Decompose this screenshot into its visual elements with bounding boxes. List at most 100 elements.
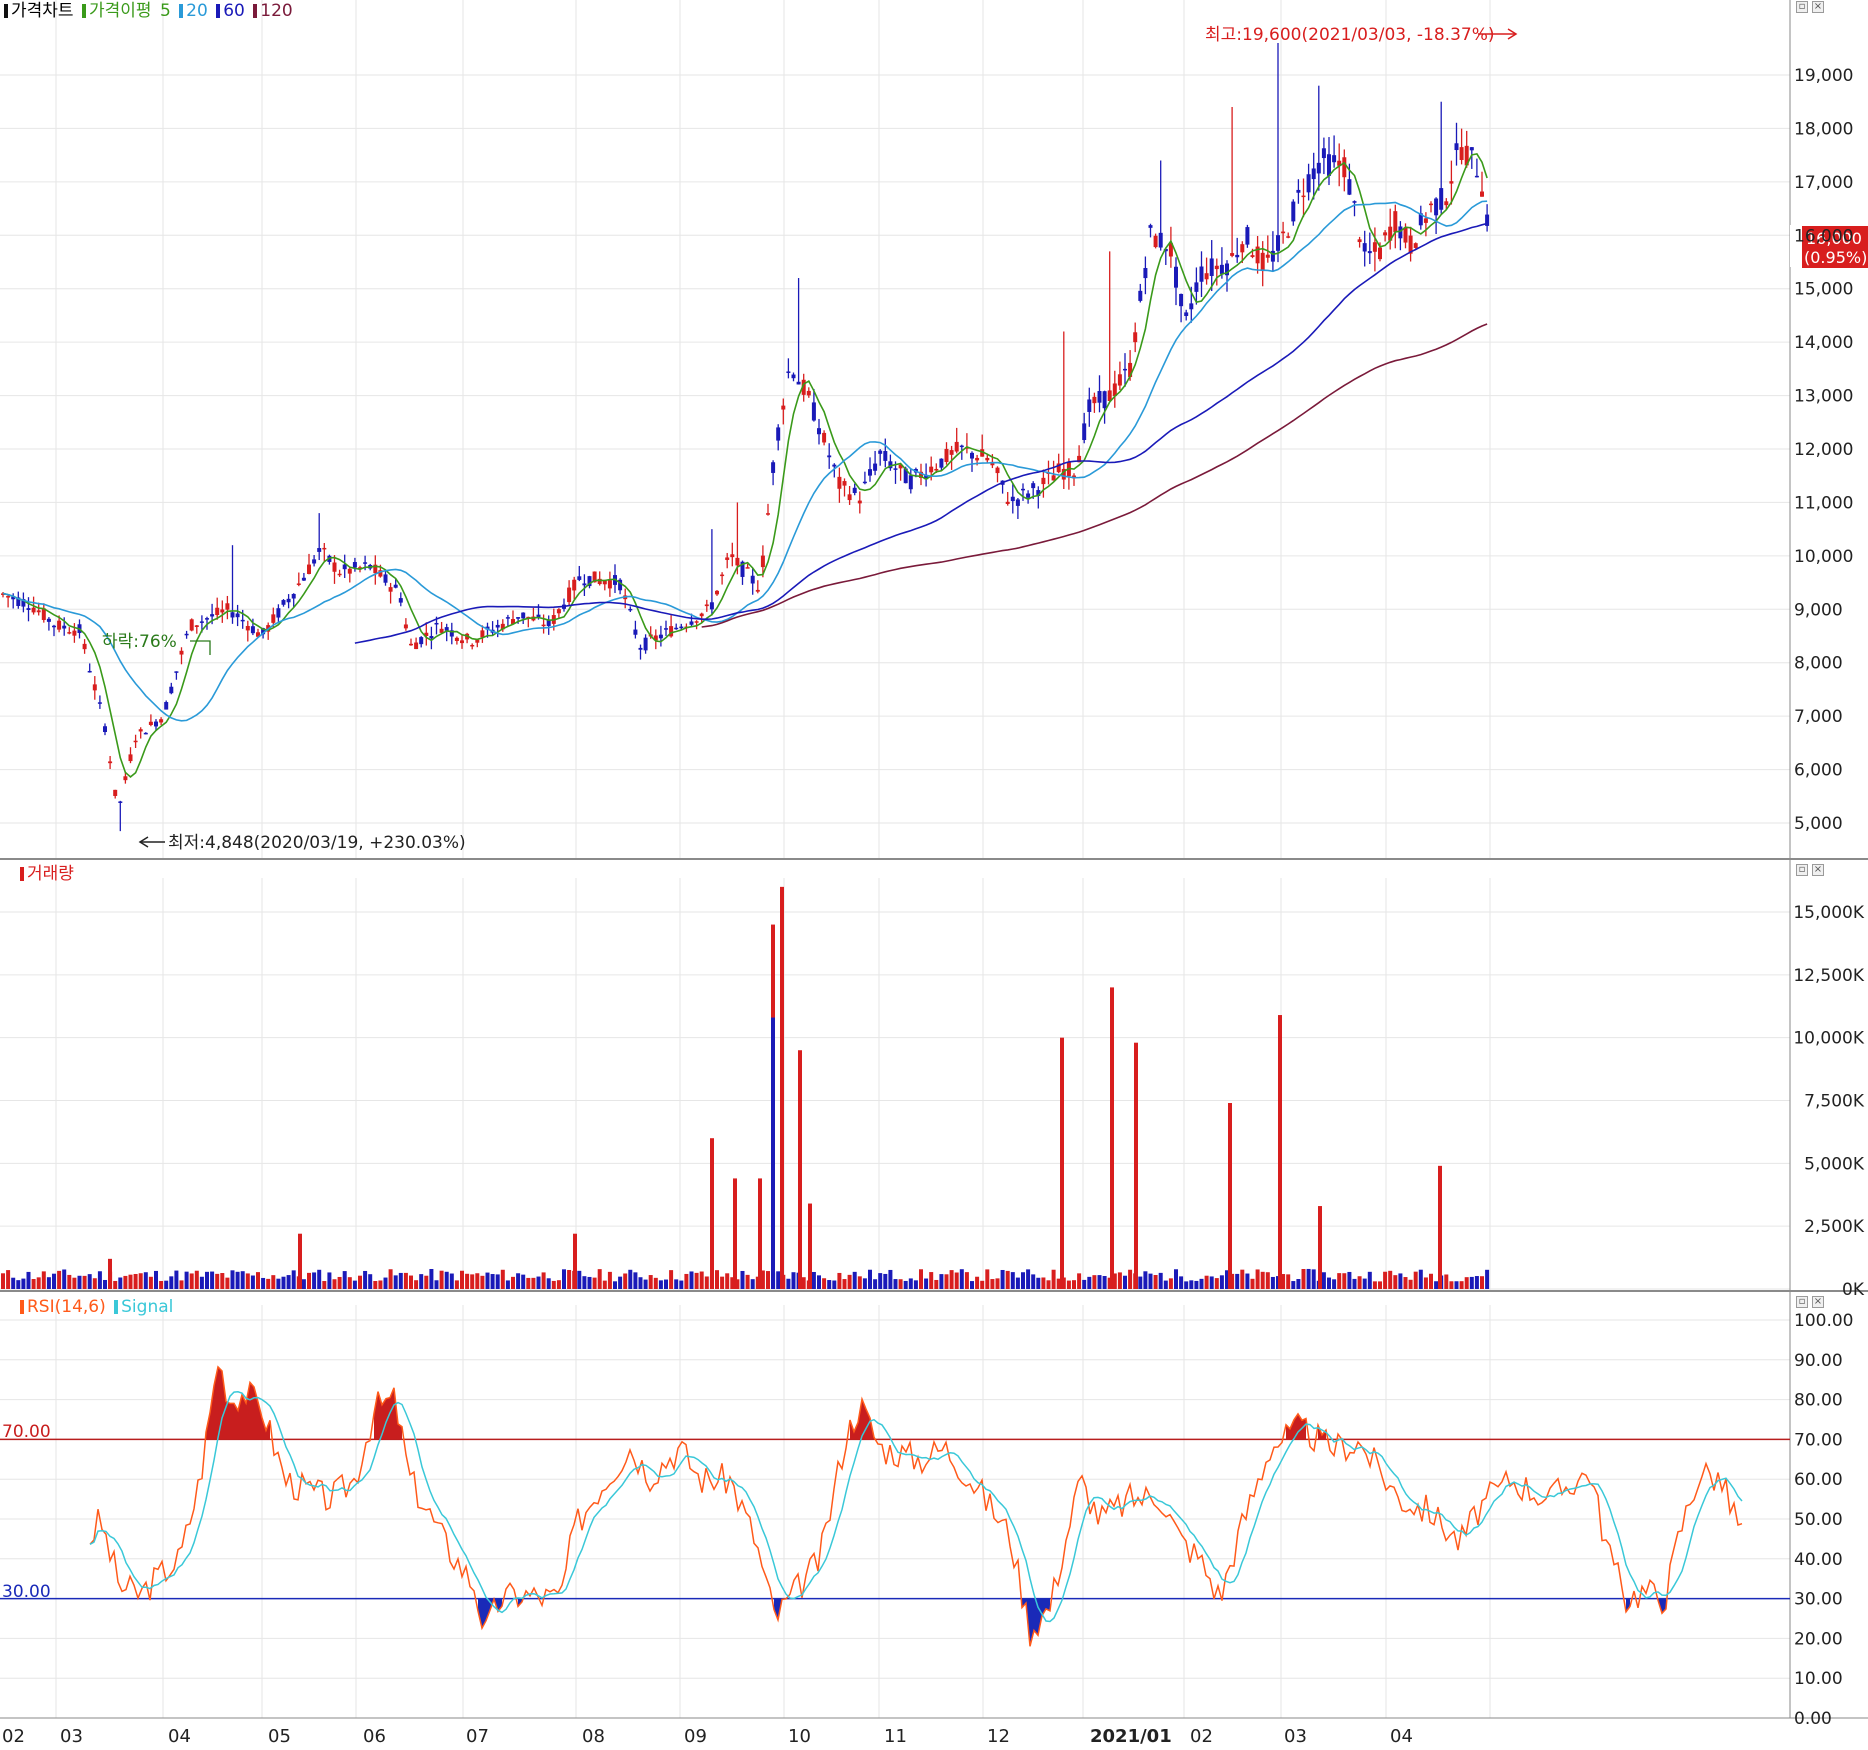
candle-body	[674, 627, 679, 630]
maximize-pane-button[interactable]: ▫	[1796, 1, 1808, 13]
volume-bar	[1174, 1269, 1178, 1289]
rsi-pane-buttons: ▫ ×	[1796, 1296, 1824, 1308]
volume-bar	[536, 1276, 541, 1289]
maximize-pane-button[interactable]: ▫	[1796, 1296, 1808, 1308]
x-tick-label: 12	[987, 1726, 1010, 1747]
volume-bar	[959, 1269, 964, 1289]
volume-bar	[358, 1275, 362, 1289]
volume-pane-title: 거래량	[20, 864, 77, 884]
candle-body	[1321, 148, 1326, 159]
candle-body	[1138, 290, 1143, 301]
volume-bar	[1021, 1272, 1025, 1289]
volume-bar	[1204, 1275, 1209, 1289]
volume-bar	[954, 1272, 959, 1289]
volume-bar	[26, 1271, 31, 1289]
volume-bar	[597, 1269, 602, 1289]
candle-body	[521, 612, 526, 619]
volume-bar	[148, 1276, 153, 1289]
candle-body	[174, 671, 179, 673]
volume-bar	[1179, 1276, 1184, 1289]
ma-120-marker	[253, 4, 258, 18]
volume-bar	[531, 1277, 536, 1289]
candle-body	[363, 562, 368, 564]
volume-bar	[199, 1276, 204, 1289]
candle-body	[398, 598, 403, 603]
candle-body	[1403, 227, 1408, 243]
signal-line	[89, 1391, 1743, 1623]
ma-60-line	[354, 222, 1488, 644]
volume-bar	[577, 1270, 582, 1289]
x-tick-label: 03	[60, 1726, 83, 1747]
volume-bar	[1148, 1273, 1153, 1289]
x-tick-label: 09	[684, 1726, 707, 1747]
volume-bar	[159, 1280, 164, 1289]
close-pane-button[interactable]: ×	[1812, 1296, 1824, 1308]
close-pane-button[interactable]: ×	[1812, 864, 1824, 876]
candle-body	[36, 610, 41, 613]
volume-bar	[1184, 1281, 1189, 1289]
volume-bar	[291, 1270, 296, 1289]
volume-bar	[1087, 1276, 1092, 1289]
ma-60-marker	[216, 4, 221, 18]
volume-bar	[1357, 1276, 1362, 1289]
candle-body	[31, 607, 36, 613]
candle-body	[679, 626, 684, 629]
volume-bar	[658, 1280, 663, 1289]
volume-bar	[1189, 1280, 1194, 1289]
volume-bar	[638, 1277, 643, 1289]
volume-bar	[363, 1270, 368, 1289]
volume-bar	[745, 1274, 750, 1289]
volume-bar	[449, 1273, 454, 1289]
price-tick-label: 7,000	[1794, 707, 1843, 727]
candle-body	[1311, 168, 1316, 180]
volume-tick-label: 2,500K	[1804, 1217, 1865, 1237]
candle-body	[1459, 147, 1464, 160]
candle-body	[908, 475, 913, 490]
volume-bar	[184, 1271, 189, 1289]
candle-body	[271, 614, 276, 623]
candle-body	[954, 441, 959, 452]
rsi-tick-label: 40.00	[1794, 1550, 1843, 1570]
volume-bar	[388, 1269, 393, 1289]
volume-bar	[41, 1271, 46, 1289]
volume-bar	[684, 1273, 689, 1289]
candle-body	[1021, 488, 1025, 491]
volume-bar	[505, 1280, 510, 1289]
candle-body	[460, 640, 464, 644]
price-tick-label: 14,000	[1794, 333, 1853, 353]
volume-bar	[419, 1274, 424, 1289]
volume-bar	[118, 1277, 123, 1289]
candle-body	[572, 579, 577, 591]
price-tick-label: 10,000	[1794, 547, 1853, 567]
volume-bar	[862, 1278, 867, 1289]
volume-bar	[868, 1269, 872, 1289]
candle-body	[541, 624, 546, 627]
candle-body	[975, 457, 980, 461]
candle-body	[143, 732, 148, 735]
volume-bar	[1219, 1275, 1224, 1289]
candle-body	[138, 729, 143, 732]
volume-bar	[11, 1277, 16, 1289]
volume-bar	[791, 1272, 796, 1289]
volume-bar	[847, 1274, 852, 1289]
maximize-pane-button[interactable]: ▫	[1796, 864, 1808, 876]
candle-body	[735, 557, 740, 566]
candle-body	[760, 555, 765, 568]
price-pane-title: 가격차트 가격이평 5 20 60 120	[4, 1, 296, 21]
volume-bar	[378, 1280, 383, 1289]
volume-tick-label: 10,000K	[1793, 1029, 1864, 1049]
x-tick-label: 04	[1390, 1726, 1413, 1747]
close-pane-button[interactable]: ×	[1812, 1, 1824, 13]
volume-bar	[1092, 1275, 1097, 1289]
volume-bar	[322, 1281, 327, 1289]
volume-bar	[31, 1279, 36, 1289]
volume-bar	[128, 1274, 133, 1289]
volume-bar	[771, 1017, 775, 1289]
candle-body	[725, 557, 730, 560]
volume-bar	[587, 1276, 592, 1289]
volume-bar	[1041, 1277, 1046, 1289]
volume-bar	[1077, 1273, 1082, 1289]
volume-bar	[832, 1280, 837, 1289]
candle-body	[1158, 232, 1163, 248]
candle-body	[1010, 496, 1015, 502]
